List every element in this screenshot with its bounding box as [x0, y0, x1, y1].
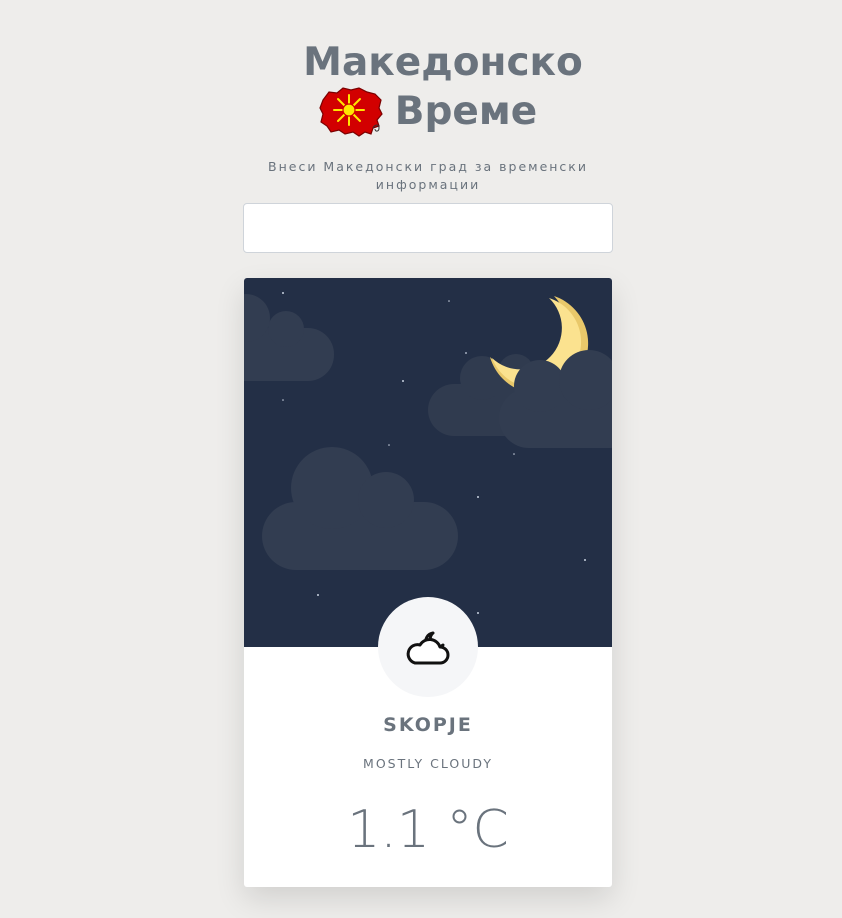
page: Македонско Време Внеси Македонски град з… — [0, 0, 842, 918]
weather-icon-badge — [378, 597, 478, 697]
night-sky-scene — [244, 278, 612, 647]
weather-condition: MOSTLY CLOUDY — [363, 756, 493, 771]
city-search-input[interactable] — [243, 203, 613, 253]
temperature-value: 1.1 °C — [347, 800, 509, 860]
weather-card: SKOPJE MOSTLY CLOUDY 1.1 °C — [244, 278, 612, 887]
title-line-1: Македонско — [303, 40, 583, 85]
title-line-2-wrap: Време — [243, 86, 613, 138]
city-name: SKOPJE — [383, 714, 473, 736]
title-line-2: Време — [394, 89, 538, 134]
macedonia-map-sun-icon — [319, 87, 383, 137]
page-title: Македонско Време — [243, 40, 613, 138]
night-cloud-moon-icon — [406, 631, 450, 665]
search-instructions: Внеси Македонски град за временски инфор… — [268, 159, 588, 192]
